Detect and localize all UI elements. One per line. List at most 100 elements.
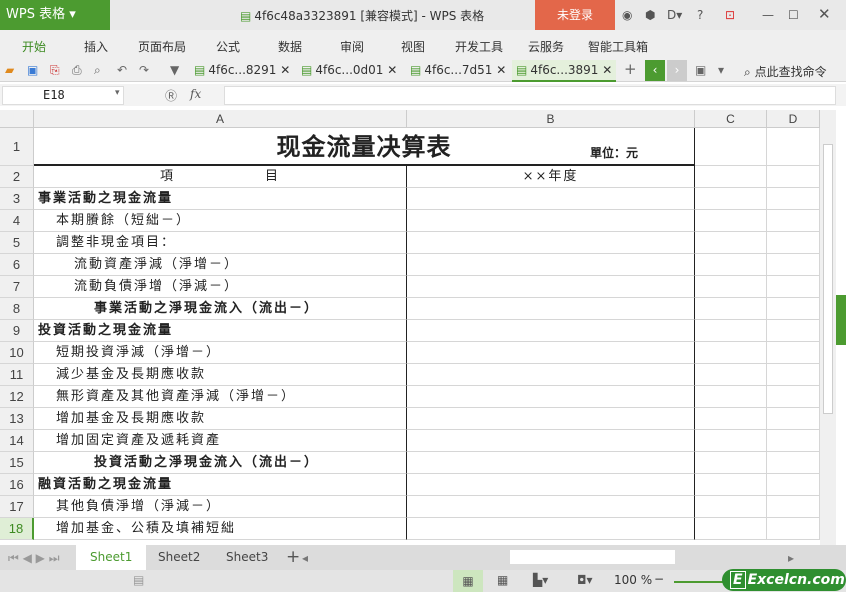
normal-view-icon[interactable]: ▦ [453,570,483,592]
menu-developer[interactable]: 开发工具 [455,38,503,55]
menu-data[interactable]: 数据 [278,38,302,55]
name-box[interactable]: E18 [2,86,124,105]
zoom-out-icon[interactable]: − [654,572,664,586]
menu-toolbox[interactable]: 智能工具箱 [588,38,648,55]
tab-scroll-right-icon[interactable]: › [667,60,687,81]
maximize-icon[interactable]: ☐ [788,8,799,22]
item-cell[interactable]: 無形資產及其他資產淨減（淨增－） [34,386,407,408]
print-preview-icon[interactable]: ⌕ [94,63,101,78]
row-header[interactable]: 9 [0,320,34,342]
export-pdf-icon[interactable]: ⎘ [50,63,60,78]
cell[interactable] [695,188,767,210]
add-sheet-icon[interactable]: + [286,547,300,567]
cell[interactable] [767,364,820,386]
value-cell[interactable] [407,496,695,518]
tab-list-icon[interactable]: ▣ [695,63,706,77]
macro-icon[interactable]: ▤ [133,573,144,587]
value-cell[interactable] [407,298,695,320]
row-header[interactable]: 2 [0,166,34,188]
redo-icon[interactable]: ↷ [139,63,149,77]
help-icon[interactable]: ? [697,8,703,22]
value-cell[interactable] [407,364,695,386]
eye-protection-icon[interactable]: ◘▾ [577,573,593,587]
cell[interactable] [767,430,820,452]
column-header-c[interactable]: C [695,110,767,128]
item-cell[interactable]: 調整非現金項目： [34,232,407,254]
value-cell[interactable] [407,518,695,540]
close-tab-icon[interactable]: ✕ [496,63,506,77]
value-cell[interactable] [407,408,695,430]
row-header[interactable]: 13 [0,408,34,430]
close-icon[interactable]: ✕ [818,5,831,23]
menu-insert[interactable]: 插入 [84,38,108,55]
item-cell[interactable]: 投資活動之淨現金流入（流出－） [34,452,407,474]
cell[interactable] [767,128,820,166]
cell[interactable] [767,496,820,518]
cell[interactable] [695,474,767,496]
cell[interactable] [767,320,820,342]
cell[interactable] [767,474,820,496]
sheet-nav-icons[interactable]: ⏮ ◀ ▶ ⏭ [8,551,60,566]
menu-home[interactable]: 开始 [22,38,46,55]
item-cell[interactable]: 事業活動之淨現金流入（流出－） [34,298,407,320]
item-cell[interactable]: 融資活動之現金流量 [34,474,407,496]
login-button[interactable]: 未登录 [535,0,615,30]
cell[interactable] [767,386,820,408]
cell[interactable] [695,298,767,320]
feedback-icon[interactable]: D▾ [667,8,682,22]
download-icon[interactable]: ⊡ [725,8,735,22]
select-all-corner[interactable] [0,110,34,128]
cell[interactable] [767,232,820,254]
row-header[interactable]: 1 [0,128,34,166]
row-header[interactable]: 6 [0,254,34,276]
column-header-a[interactable]: A [34,110,407,128]
save-icon[interactable]: ▣ [27,63,38,77]
cell[interactable] [767,518,820,540]
row-header[interactable]: 8 [0,298,34,320]
cell[interactable] [695,386,767,408]
item-cell[interactable]: 本期賸餘（短絀－） [34,210,407,232]
row-header[interactable]: 17 [0,496,34,518]
cell[interactable] [695,342,767,364]
item-cell[interactable]: 增加固定資產及遞耗資產 [34,430,407,452]
cell[interactable] [767,342,820,364]
cell[interactable] [767,298,820,320]
zoom-formula-icon[interactable]: Ⓡ [165,87,177,104]
scroll-left-icon[interactable]: ◂ [302,551,308,565]
cell[interactable] [767,452,820,474]
row-header[interactable]: 14 [0,430,34,452]
search-command[interactable]: ⌕ 点此查找命令 [744,63,827,80]
cell[interactable] [695,320,767,342]
settings-icon[interactable]: ⬢ [645,8,655,22]
row-header[interactable]: 16 [0,474,34,496]
row-header[interactable]: 15 [0,452,34,474]
value-cell[interactable] [407,430,695,452]
column-header-d[interactable]: D [767,110,820,128]
sheet-tab-sheet3[interactable]: Sheet3 [212,545,282,570]
item-cell[interactable]: 增加基金、公積及填補短絀 [34,518,407,540]
cell[interactable] [695,408,767,430]
header-year[interactable]: ××年度 [407,166,695,188]
value-cell[interactable] [407,188,695,210]
close-tab-icon[interactable]: ✕ [387,63,397,77]
name-box-dropdown-icon[interactable]: ▾ [115,88,120,98]
new-tab-icon[interactable]: + [624,60,637,78]
cell[interactable] [767,210,820,232]
value-cell[interactable] [407,210,695,232]
doc-tab-active[interactable]: ▤ 4f6c...3891 ✕ [512,60,616,82]
vertical-scroll-thumb[interactable] [823,144,833,414]
item-cell[interactable]: 投資活動之現金流量 [34,320,407,342]
item-cell[interactable]: 事業活動之現金流量 [34,188,407,210]
value-cell[interactable] [407,342,695,364]
cell[interactable] [695,254,767,276]
cell[interactable] [695,364,767,386]
horizontal-scroll-thumb[interactable] [510,550,675,564]
doc-tab[interactable]: ▤ 4f6c...0d01 ✕ [297,60,403,82]
sheet-tab-sheet2[interactable]: Sheet2 [144,545,214,570]
print-icon[interactable]: ⎙ [72,63,82,78]
open-icon[interactable]: ▰ [5,63,14,77]
cell[interactable] [767,166,820,188]
menu-review[interactable]: 审阅 [340,38,364,55]
vertical-scrollbar[interactable] [820,110,846,545]
menu-view[interactable]: 视图 [401,38,425,55]
